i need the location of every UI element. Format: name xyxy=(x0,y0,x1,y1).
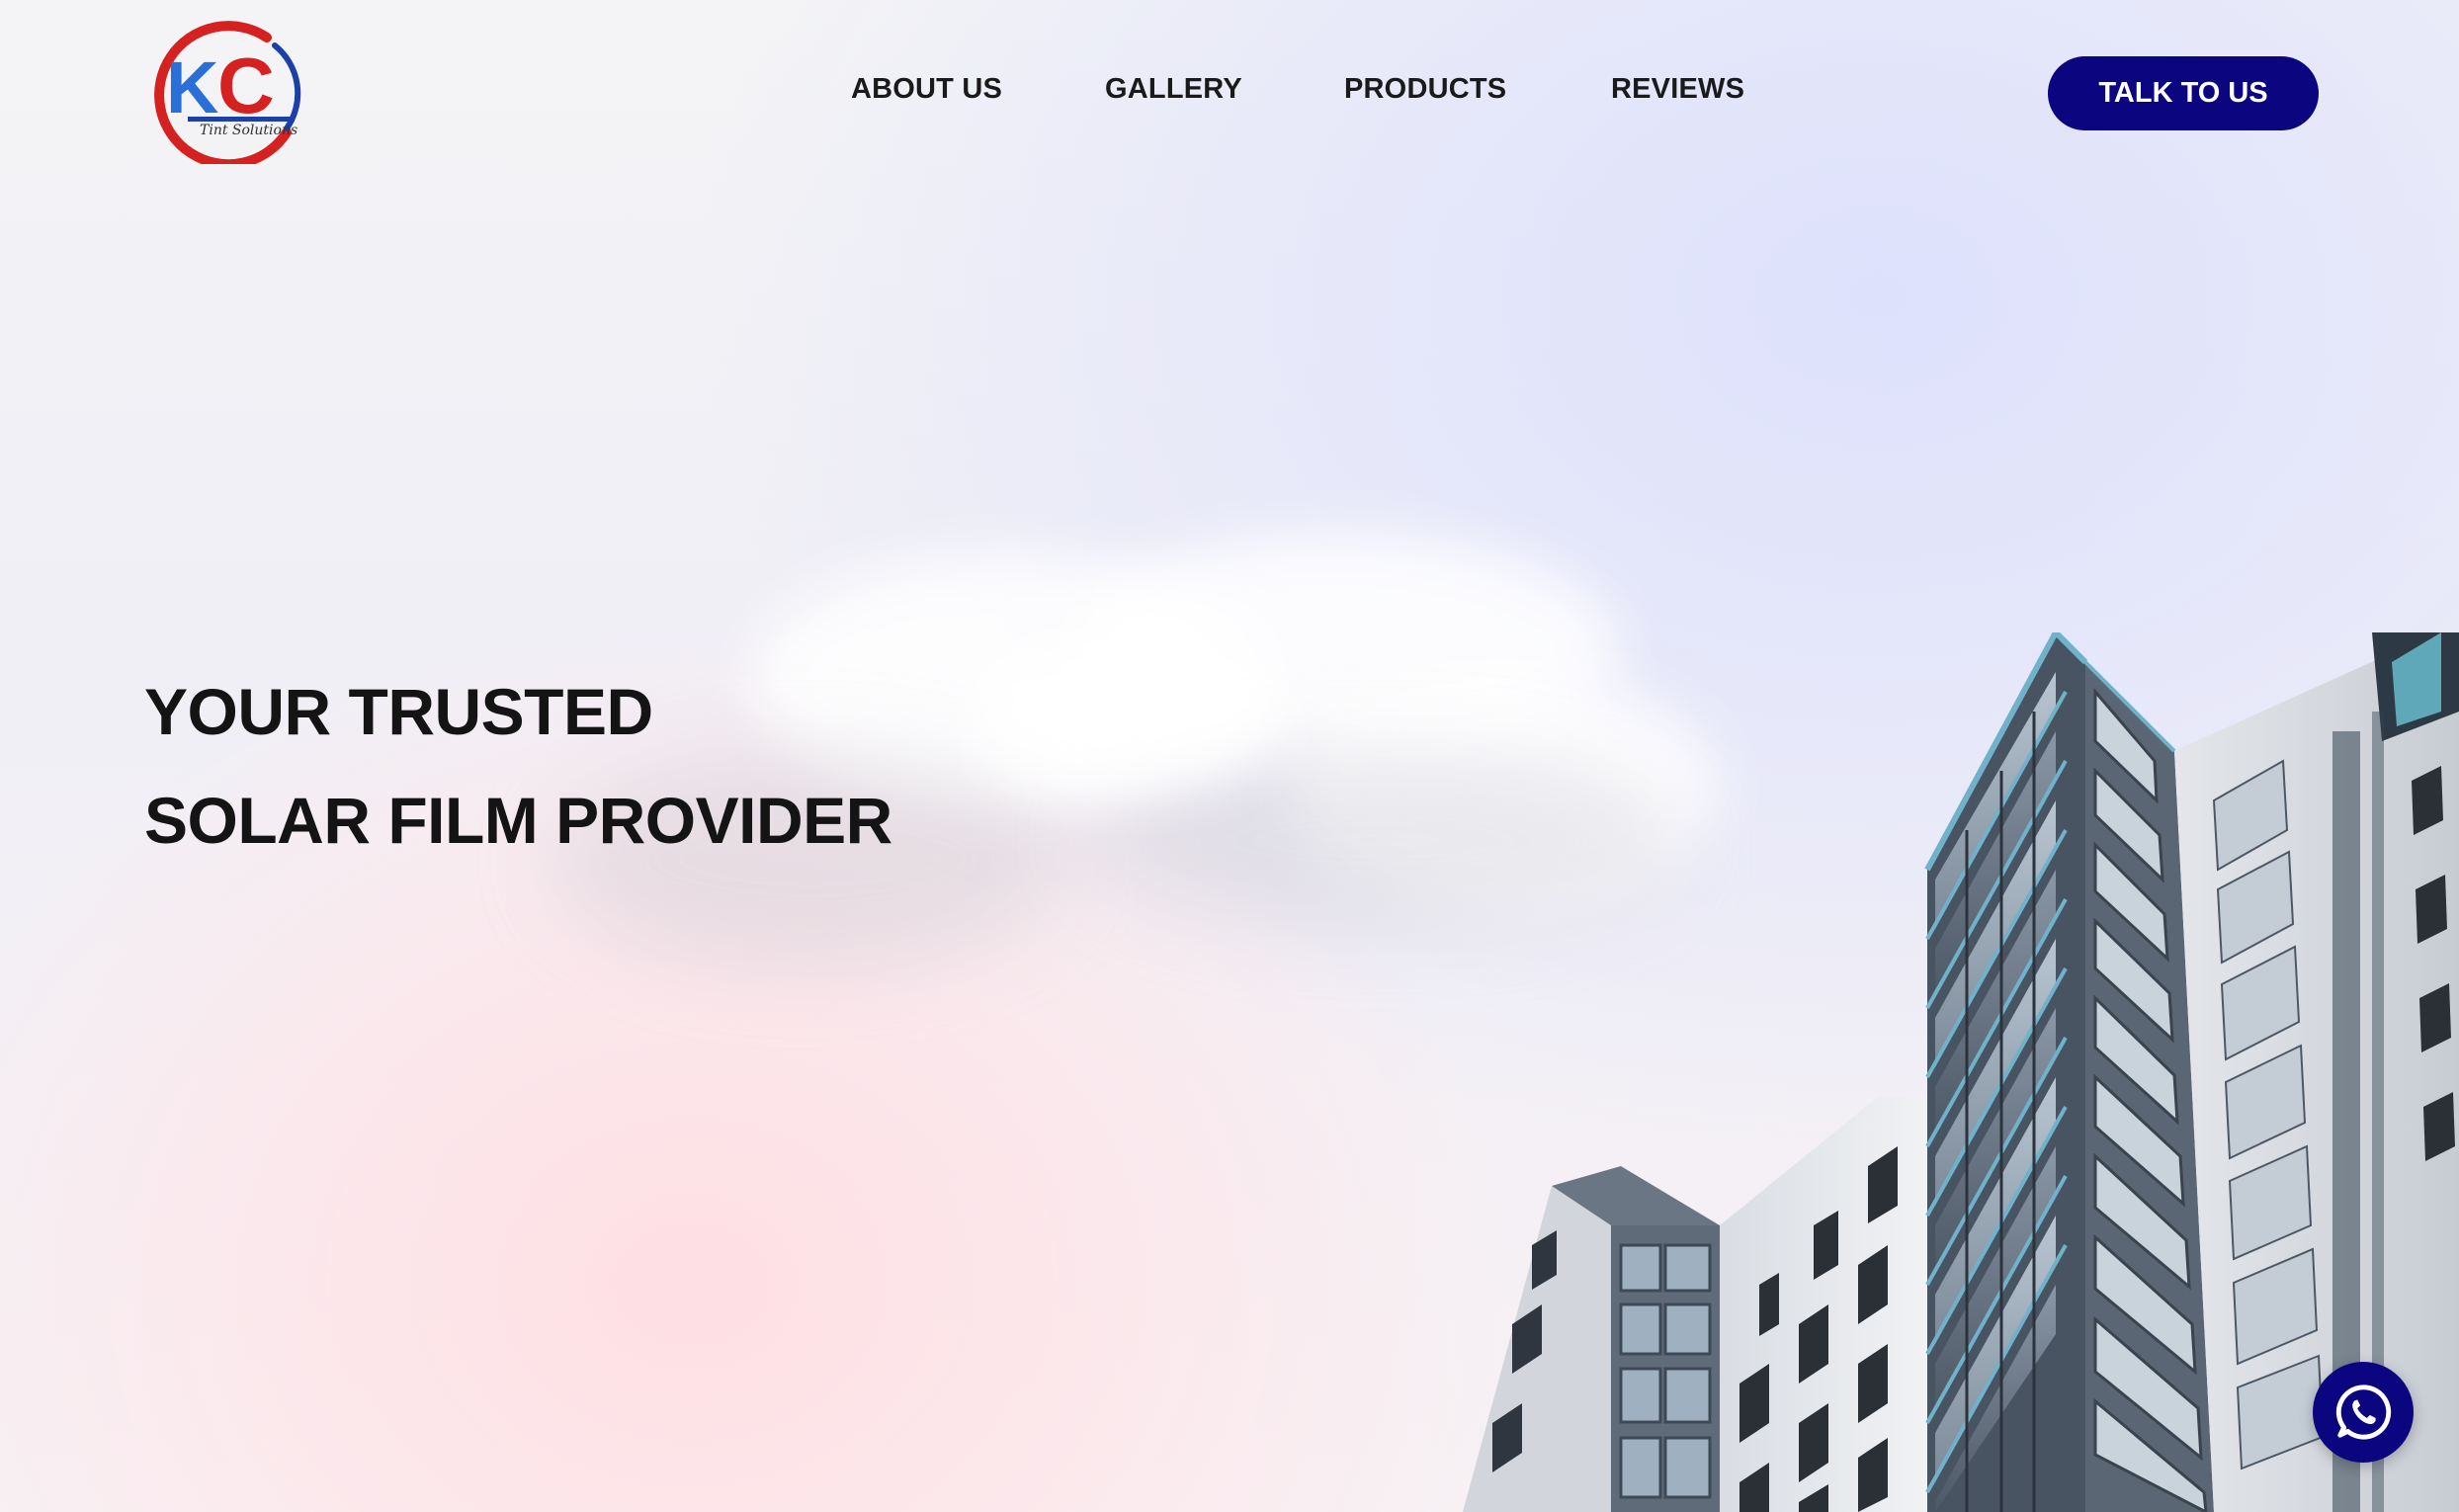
whatsapp-button[interactable] xyxy=(2313,1362,2414,1463)
nav-gallery[interactable]: GALLERY xyxy=(1105,73,1242,106)
hero-headline: YOUR TRUSTED SOLAR FILM PROVIDER xyxy=(144,657,1034,875)
nav-products[interactable]: PRODUCTS xyxy=(1344,73,1506,106)
nav-reviews[interactable]: REVIEWS xyxy=(1611,73,1744,106)
hero-headline-line1: YOUR TRUSTED xyxy=(144,675,653,748)
nav-about-us[interactable]: ABOUT US xyxy=(851,73,1002,106)
logo-tagline: Tint Solutions xyxy=(200,123,297,138)
hero-building-image xyxy=(1463,632,2459,1512)
hero-section: K C Tint Solutions ABOUT US GALLERY PROD… xyxy=(0,0,2459,1512)
hero-headline-line2: SOLAR FILM PROVIDER xyxy=(144,784,892,857)
whatsapp-icon xyxy=(2335,1385,2392,1440)
talk-to-us-button[interactable]: TALK TO US xyxy=(2048,56,2319,130)
